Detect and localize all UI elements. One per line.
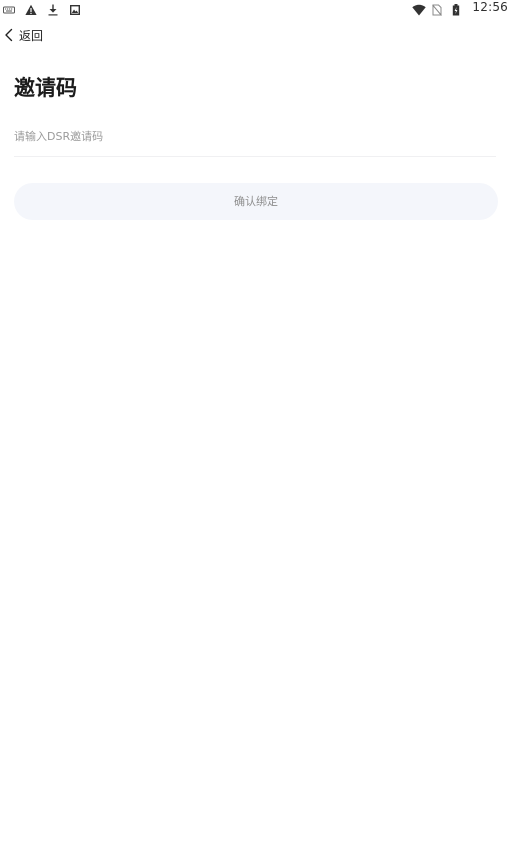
status-time: 12:56	[472, 0, 508, 14]
battery-icon	[452, 1, 464, 16]
download-icon	[47, 1, 59, 16]
wifi-icon	[412, 1, 427, 16]
confirm-bind-button[interactable]: 确认绑定	[14, 183, 498, 220]
page-title: 邀请码	[14, 76, 77, 100]
confirm-bind-label: 确认绑定	[234, 194, 278, 208]
status-bar: 12:56	[0, 0, 511, 16]
invite-code-input[interactable]	[14, 124, 496, 148]
invite-code-screen: 12:56 返回 邀请码 确认绑定	[0, 0, 511, 867]
no-sim-icon	[432, 1, 444, 16]
warning-icon	[25, 1, 37, 15]
keyboard-icon	[3, 1, 15, 14]
back-label: 返回	[19, 29, 44, 43]
back-button[interactable]: 返回	[4, 28, 43, 44]
status-bar-left	[3, 0, 81, 16]
status-bar-right: 12:56	[412, 0, 508, 16]
gallery-icon	[69, 1, 81, 15]
chevron-left-icon	[4, 27, 14, 46]
input-underline	[14, 156, 496, 157]
